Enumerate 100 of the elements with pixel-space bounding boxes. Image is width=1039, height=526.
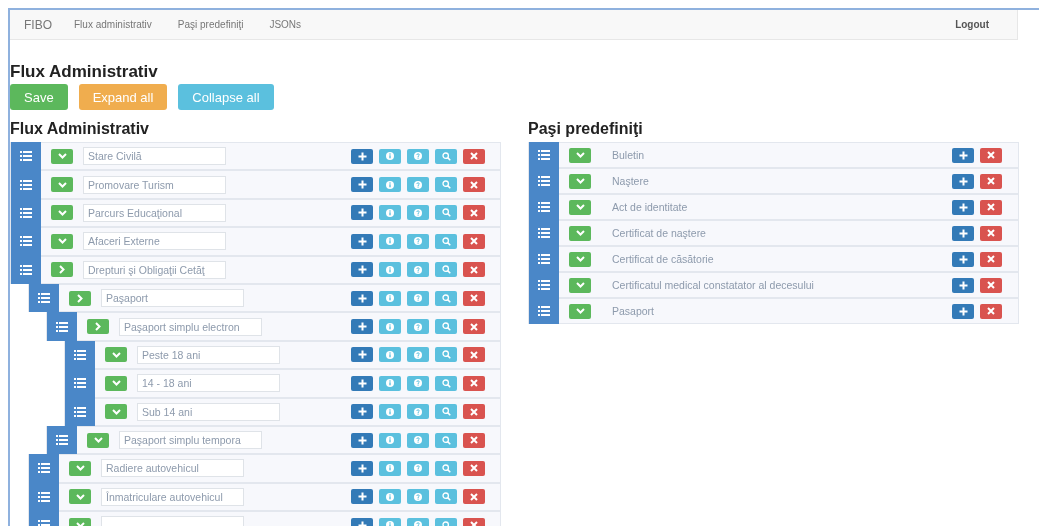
add-button[interactable] [952, 251, 974, 267]
help-button[interactable] [407, 404, 429, 420]
info-button[interactable] [379, 290, 401, 306]
step-name-field[interactable]: Promovare Turism [83, 175, 226, 194]
search-button[interactable] [435, 375, 457, 391]
step-name-field[interactable]: Sub 14 ani [137, 402, 280, 421]
add-button[interactable] [351, 262, 373, 278]
help-button[interactable] [407, 290, 429, 306]
delete-button[interactable] [463, 233, 485, 249]
info-button[interactable] [379, 432, 401, 448]
drag-handle[interactable] [65, 397, 95, 426]
delete-button[interactable] [980, 251, 1002, 267]
info-button[interactable] [379, 262, 401, 278]
brand-link[interactable]: FIBO [24, 17, 52, 32]
delete-button[interactable] [463, 347, 485, 363]
toggle-button[interactable] [569, 277, 591, 293]
add-button[interactable] [952, 199, 974, 215]
toggle-button[interactable] [51, 148, 73, 164]
toggle-button[interactable] [69, 461, 91, 476]
help-button[interactable] [407, 461, 429, 476]
info-button[interactable] [379, 319, 401, 335]
info-button[interactable] [379, 404, 401, 420]
step-name-field[interactable]: Paşaport [101, 289, 244, 308]
help-button[interactable] [407, 347, 429, 363]
delete-button[interactable] [463, 461, 485, 476]
add-button[interactable] [952, 173, 974, 189]
add-button[interactable] [952, 225, 974, 241]
toggle-button[interactable] [69, 290, 91, 306]
search-button[interactable] [435, 290, 457, 306]
toggle-button[interactable] [105, 375, 127, 391]
step-name-field[interactable]: Radiere autovehicul [101, 459, 244, 478]
delete-button[interactable] [463, 404, 485, 420]
add-button[interactable] [351, 177, 373, 193]
toggle-button[interactable] [569, 225, 591, 241]
delete-button[interactable] [980, 277, 1002, 293]
add-button[interactable] [952, 277, 974, 293]
step-name-field[interactable]: Paşaport simplu electron [119, 317, 262, 336]
delete-button[interactable] [463, 205, 485, 221]
drag-handle[interactable] [529, 142, 559, 168]
search-button[interactable] [435, 262, 457, 278]
info-button[interactable] [379, 177, 401, 193]
toggle-button[interactable] [569, 199, 591, 215]
nav-link[interactable]: Flux administrativ [74, 19, 152, 30]
step-name-field[interactable]: Înmatriculare autovehicul [101, 487, 244, 506]
step-name-field[interactable]: Afaceri Externe [83, 232, 226, 251]
toggle-button[interactable] [69, 489, 91, 505]
info-button[interactable] [379, 347, 401, 363]
search-button[interactable] [435, 461, 457, 476]
delete-button[interactable] [463, 177, 485, 193]
delete-button[interactable] [980, 225, 1002, 241]
help-button[interactable] [407, 233, 429, 249]
toggle-button[interactable] [51, 177, 73, 193]
delete-button[interactable] [463, 290, 485, 306]
search-button[interactable] [435, 404, 457, 420]
nav-link[interactable]: JSONs [269, 19, 302, 30]
help-button[interactable] [407, 177, 429, 193]
help-button[interactable] [407, 262, 429, 278]
add-button[interactable] [351, 404, 373, 420]
help-button[interactable] [407, 432, 429, 448]
add-button[interactable] [351, 319, 373, 335]
step-name-field[interactable]: Peste 18 ani [137, 345, 280, 364]
toggle-button[interactable] [105, 404, 127, 420]
help-button[interactable] [407, 148, 429, 164]
search-button[interactable] [435, 432, 457, 448]
search-button[interactable] [435, 148, 457, 164]
help-button[interactable] [407, 205, 429, 221]
step-name-field[interactable]: Parcurs Educaţional [83, 203, 226, 222]
add-button[interactable] [351, 233, 373, 249]
delete-button[interactable] [463, 319, 485, 335]
add-button[interactable] [351, 205, 373, 221]
toggle-button[interactable] [569, 147, 591, 163]
help-button[interactable] [407, 375, 429, 391]
info-button[interactable] [379, 205, 401, 221]
toggle-button[interactable] [87, 319, 109, 335]
delete-button[interactable] [463, 148, 485, 164]
info-button[interactable] [379, 233, 401, 249]
action-button[interactable]: Collapse all [178, 84, 274, 110]
add-button[interactable] [351, 375, 373, 391]
drag-handle[interactable] [11, 255, 41, 284]
add-button[interactable] [952, 303, 974, 319]
step-name-field[interactable]: 14 - 18 ani [137, 374, 280, 393]
delete-button[interactable] [463, 375, 485, 391]
search-button[interactable] [435, 347, 457, 363]
info-button[interactable] [379, 489, 401, 505]
toggle-button[interactable] [51, 205, 73, 221]
drag-handle[interactable] [47, 312, 77, 341]
search-button[interactable] [435, 205, 457, 221]
toggle-button[interactable] [51, 233, 73, 249]
search-button[interactable] [435, 319, 457, 335]
toggle-button[interactable] [105, 347, 127, 363]
add-button[interactable] [351, 461, 373, 476]
delete-button[interactable] [980, 303, 1002, 319]
drag-handle[interactable] [29, 454, 59, 483]
add-button[interactable] [351, 347, 373, 363]
drag-handle[interactable] [29, 283, 59, 313]
delete-button[interactable] [980, 147, 1002, 163]
delete-button[interactable] [980, 199, 1002, 215]
info-button[interactable] [379, 461, 401, 476]
search-button[interactable] [435, 177, 457, 193]
drag-handle[interactable] [47, 425, 77, 455]
